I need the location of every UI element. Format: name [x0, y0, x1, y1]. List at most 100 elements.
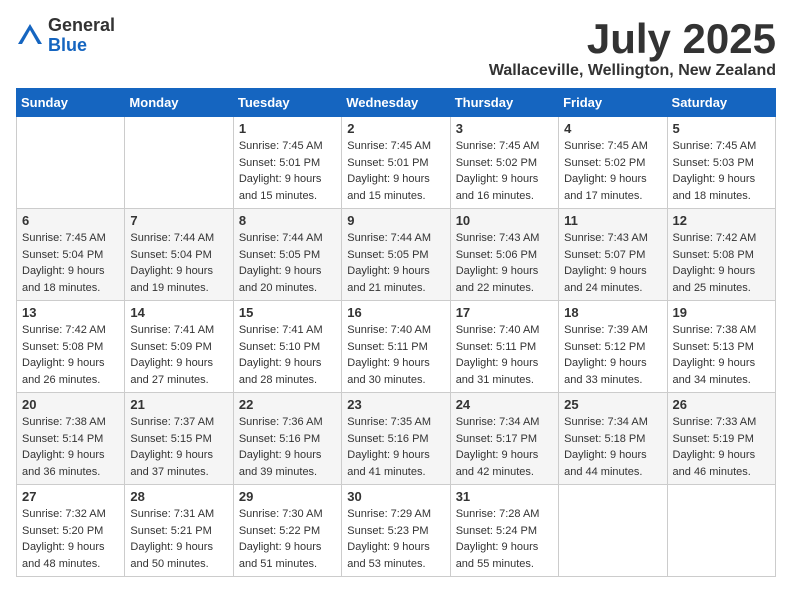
- day-info: Sunrise: 7:34 AMSunset: 5:18 PMDaylight:…: [564, 414, 661, 480]
- weekday-header: Tuesday: [233, 89, 341, 117]
- day-info: Sunrise: 7:29 AMSunset: 5:23 PMDaylight:…: [347, 506, 444, 572]
- day-info: Sunrise: 7:44 AMSunset: 5:05 PMDaylight:…: [347, 230, 444, 296]
- calendar-cell: 16Sunrise: 7:40 AMSunset: 5:11 PMDayligh…: [342, 301, 450, 393]
- weekday-header: Monday: [125, 89, 233, 117]
- day-number: 4: [564, 121, 661, 136]
- calendar-week-row: 13 Sunrise: 7:42 AMSunset: 5:08 PMDayligh…: [17, 301, 776, 393]
- calendar-cell: 11 Sunrise: 7:43 AMSunset: 5:07 PMDayligh…: [559, 209, 667, 301]
- calendar-cell: 21 Sunrise: 7:37 AMSunset: 5:15 PMDayligh…: [125, 393, 233, 485]
- day-info: Sunrise: 7:42 AMSunset: 5:08 PMDaylight:…: [673, 230, 770, 296]
- day-number: 2: [347, 121, 444, 136]
- calendar-week-row: 20Sunrise: 7:38 AMSunset: 5:14 PMDayligh…: [17, 393, 776, 485]
- day-info: Sunrise: 7:34 AMSunset: 5:17 PMDaylight:…: [456, 414, 553, 480]
- day-info: Sunrise: 7:38 AMSunset: 5:14 PMDaylight:…: [22, 414, 119, 480]
- day-number: 21: [130, 397, 227, 412]
- calendar-table: SundayMondayTuesdayWednesdayThursdayFrid…: [16, 88, 776, 577]
- calendar-cell: 24 Sunrise: 7:34 AMSunset: 5:17 PMDayligh…: [450, 393, 558, 485]
- calendar-cell: [125, 117, 233, 209]
- day-number: 31: [456, 489, 553, 504]
- calendar-cell: 26Sunrise: 7:33 AMSunset: 5:19 PMDayligh…: [667, 393, 775, 485]
- day-number: 8: [239, 213, 336, 228]
- day-info: Sunrise: 7:31 AMSunset: 5:21 PMDaylight:…: [130, 506, 227, 572]
- day-number: 7: [130, 213, 227, 228]
- month-title: July 2025: [489, 16, 776, 62]
- calendar-cell: 12 Sunrise: 7:42 AMSunset: 5:08 PMDayligh…: [667, 209, 775, 301]
- day-number: 9: [347, 213, 444, 228]
- calendar-cell: 28 Sunrise: 7:31 AMSunset: 5:21 PMDayligh…: [125, 485, 233, 577]
- day-info: Sunrise: 7:45 AMSunset: 5:01 PMDaylight:…: [347, 138, 444, 204]
- day-number: 11: [564, 213, 661, 228]
- calendar-cell: 17 Sunrise: 7:40 AMSunset: 5:11 PMDayligh…: [450, 301, 558, 393]
- day-info: Sunrise: 7:35 AMSunset: 5:16 PMDaylight:…: [347, 414, 444, 480]
- calendar-cell: 9 Sunrise: 7:44 AMSunset: 5:05 PMDaylight…: [342, 209, 450, 301]
- weekday-header: Wednesday: [342, 89, 450, 117]
- calendar-cell: 25Sunrise: 7:34 AMSunset: 5:18 PMDayligh…: [559, 393, 667, 485]
- calendar-cell: 5Sunrise: 7:45 AMSunset: 5:03 PMDaylight…: [667, 117, 775, 209]
- day-info: Sunrise: 7:41 AMSunset: 5:10 PMDaylight:…: [239, 322, 336, 388]
- logo-blue: Blue: [48, 35, 87, 55]
- logo-text: General Blue: [48, 16, 115, 56]
- calendar-cell: 15 Sunrise: 7:41 AMSunset: 5:10 PMDayligh…: [233, 301, 341, 393]
- calendar-cell: 10 Sunrise: 7:43 AMSunset: 5:06 PMDayligh…: [450, 209, 558, 301]
- weekday-header-row: SundayMondayTuesdayWednesdayThursdayFrid…: [17, 89, 776, 117]
- calendar-cell: 2 Sunrise: 7:45 AMSunset: 5:01 PMDaylight…: [342, 117, 450, 209]
- day-number: 13: [22, 305, 119, 320]
- day-number: 10: [456, 213, 553, 228]
- calendar-cell: 27 Sunrise: 7:32 AMSunset: 5:20 PMDayligh…: [17, 485, 125, 577]
- day-info: Sunrise: 7:32 AMSunset: 5:20 PMDaylight:…: [22, 506, 119, 572]
- day-number: 6: [22, 213, 119, 228]
- day-number: 28: [130, 489, 227, 504]
- day-info: Sunrise: 7:36 AMSunset: 5:16 PMDaylight:…: [239, 414, 336, 480]
- day-info: Sunrise: 7:38 AMSunset: 5:13 PMDaylight:…: [673, 322, 770, 388]
- day-number: 30: [347, 489, 444, 504]
- calendar-cell: 29Sunrise: 7:30 AMSunset: 5:22 PMDayligh…: [233, 485, 341, 577]
- day-info: Sunrise: 7:45 AMSunset: 5:03 PMDaylight:…: [673, 138, 770, 204]
- day-number: 12: [673, 213, 770, 228]
- weekday-header: Friday: [559, 89, 667, 117]
- calendar-cell: 18 Sunrise: 7:39 AMSunset: 5:12 PMDayligh…: [559, 301, 667, 393]
- day-info: Sunrise: 7:40 AMSunset: 5:11 PMDaylight:…: [347, 322, 444, 388]
- day-info: Sunrise: 7:45 AMSunset: 5:01 PMDaylight:…: [239, 138, 336, 204]
- day-number: 3: [456, 121, 553, 136]
- day-number: 18: [564, 305, 661, 320]
- calendar-cell: [559, 485, 667, 577]
- day-info: Sunrise: 7:45 AMSunset: 5:04 PMDaylight:…: [22, 230, 119, 296]
- calendar-week-row: 27 Sunrise: 7:32 AMSunset: 5:20 PMDayligh…: [17, 485, 776, 577]
- day-number: 24: [456, 397, 553, 412]
- calendar-cell: 30 Sunrise: 7:29 AMSunset: 5:23 PMDayligh…: [342, 485, 450, 577]
- day-info: Sunrise: 7:41 AMSunset: 5:09 PMDaylight:…: [130, 322, 227, 388]
- day-number: 15: [239, 305, 336, 320]
- calendar-cell: 19 Sunrise: 7:38 AMSunset: 5:13 PMDayligh…: [667, 301, 775, 393]
- day-info: Sunrise: 7:43 AMSunset: 5:06 PMDaylight:…: [456, 230, 553, 296]
- day-info: Sunrise: 7:45 AMSunset: 5:02 PMDaylight:…: [456, 138, 553, 204]
- day-info: Sunrise: 7:40 AMSunset: 5:11 PMDaylight:…: [456, 322, 553, 388]
- day-info: Sunrise: 7:45 AMSunset: 5:02 PMDaylight:…: [564, 138, 661, 204]
- day-number: 1: [239, 121, 336, 136]
- title-section: July 2025 Wallaceville, Wellington, New …: [489, 16, 776, 80]
- calendar-cell: 3 Sunrise: 7:45 AMSunset: 5:02 PMDaylight…: [450, 117, 558, 209]
- weekday-header: Sunday: [17, 89, 125, 117]
- day-number: 23: [347, 397, 444, 412]
- calendar-week-row: 1 Sunrise: 7:45 AMSunset: 5:01 PMDaylight…: [17, 117, 776, 209]
- calendar-cell: 14Sunrise: 7:41 AMSunset: 5:09 PMDayligh…: [125, 301, 233, 393]
- calendar-cell: [667, 485, 775, 577]
- calendar-cell: 20Sunrise: 7:38 AMSunset: 5:14 PMDayligh…: [17, 393, 125, 485]
- calendar-cell: 4 Sunrise: 7:45 AMSunset: 5:02 PMDaylight…: [559, 117, 667, 209]
- day-info: Sunrise: 7:42 AMSunset: 5:08 PMDaylight:…: [22, 322, 119, 388]
- day-info: Sunrise: 7:37 AMSunset: 5:15 PMDaylight:…: [130, 414, 227, 480]
- calendar-cell: 8Sunrise: 7:44 AMSunset: 5:05 PMDaylight…: [233, 209, 341, 301]
- day-number: 26: [673, 397, 770, 412]
- day-number: 19: [673, 305, 770, 320]
- day-number: 27: [22, 489, 119, 504]
- day-info: Sunrise: 7:39 AMSunset: 5:12 PMDaylight:…: [564, 322, 661, 388]
- weekday-header: Saturday: [667, 89, 775, 117]
- page-header: General Blue July 2025 Wallaceville, Wel…: [16, 16, 776, 80]
- day-number: 17: [456, 305, 553, 320]
- calendar-cell: 7 Sunrise: 7:44 AMSunset: 5:04 PMDaylight…: [125, 209, 233, 301]
- calendar-cell: 1 Sunrise: 7:45 AMSunset: 5:01 PMDaylight…: [233, 117, 341, 209]
- day-number: 29: [239, 489, 336, 504]
- calendar-cell: 31Sunrise: 7:28 AMSunset: 5:24 PMDayligh…: [450, 485, 558, 577]
- day-info: Sunrise: 7:44 AMSunset: 5:04 PMDaylight:…: [130, 230, 227, 296]
- calendar-cell: 6 Sunrise: 7:45 AMSunset: 5:04 PMDaylight…: [17, 209, 125, 301]
- day-info: Sunrise: 7:43 AMSunset: 5:07 PMDaylight:…: [564, 230, 661, 296]
